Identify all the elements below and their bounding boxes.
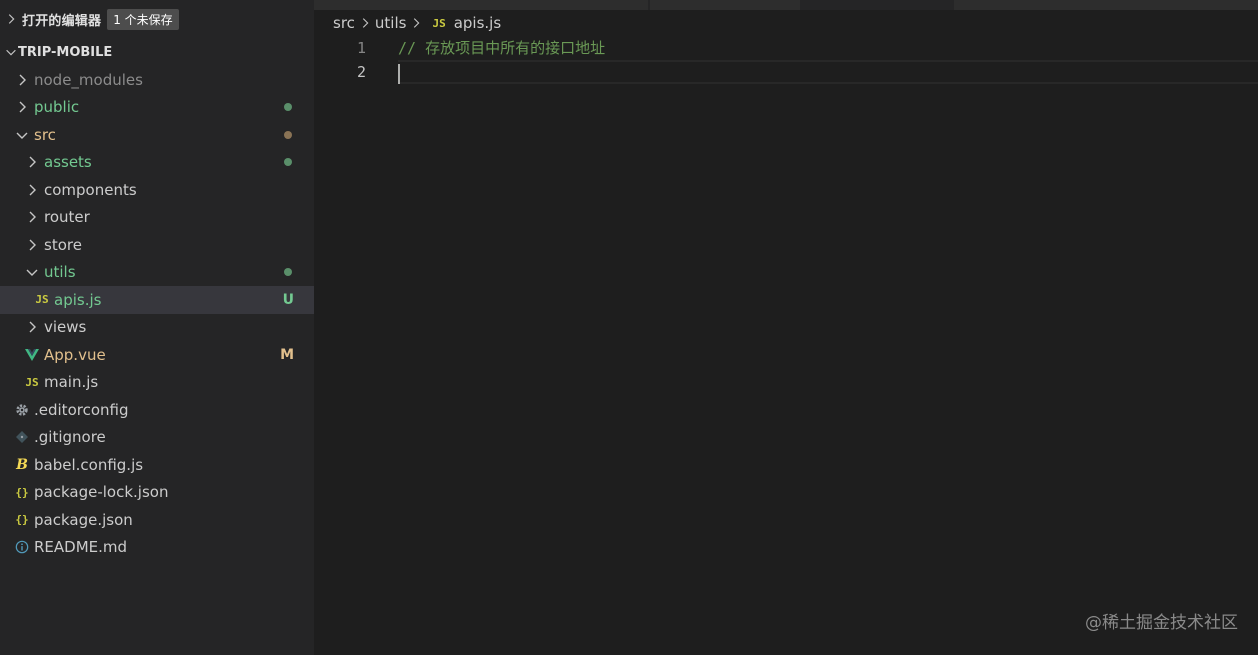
breadcrumb: src utils JS apis.js [333,12,501,34]
code-area[interactable]: // 存放项目中所有的接口地址 [398,36,1258,84]
tree-item-label: package.json [34,510,133,529]
open-editors-title: 打开的编辑器 [22,13,102,29]
project-header[interactable]: TRIP-MOBILE [0,38,314,66]
tree-folder[interactable]: components [0,176,314,204]
tree-folder[interactable]: views [0,314,314,342]
tree-file[interactable]: App.vue M [0,341,314,369]
chevron-right-icon [29,239,36,251]
modified-dot [284,268,292,277]
modified-dot [284,158,292,167]
tree-item-label: store [44,235,82,254]
chevron-right-icon [29,211,36,223]
tree-folder[interactable]: store [0,231,314,259]
modified-dot [284,130,292,139]
js-file-icon: JS [25,375,39,389]
tree-folder[interactable]: utils [0,259,314,287]
tree-item-label: package-lock.json [34,483,169,502]
tree-folder[interactable]: router [0,204,314,232]
tree-item-label: router [44,208,90,227]
vue-file-icon [24,347,40,363]
chevron-down-icon [16,132,28,139]
tree-item-label: .gitignore [34,428,106,447]
breadcrumb-file[interactable]: apis.js [454,14,501,32]
tree-item-label: babel.config.js [34,455,144,474]
tree-item-label: components [44,180,137,199]
chevron-right-icon [29,321,36,333]
line-number: 1 [356,39,366,57]
chevron-right-icon [19,74,26,86]
chevron-right-icon [19,101,26,113]
tree-file[interactable]: {} package-lock.json [0,479,314,507]
breadcrumb-src[interactable]: src [333,14,355,32]
json-file-icon: {} [15,485,29,499]
modified-dot [284,103,292,112]
explorer-sidebar: 打开的编辑器 1 个未保存 TRIP-MOBILE node_modulespu… [0,0,314,655]
tree-folder[interactable]: assets [0,149,314,177]
tree-file[interactable]: README.md [0,534,314,562]
tree-item-label: .editorconfig [34,400,129,419]
tree-folder[interactable]: src [0,121,314,149]
git-status-badge: M [280,346,294,363]
tree-item-label: utils [44,263,76,282]
tree-file[interactable]: .gitignore [0,424,314,452]
chevron-right-icon [29,184,36,196]
tree-file[interactable]: Bbabel.config.js [0,451,314,479]
chevron-right-icon [414,18,420,28]
js-file-icon: JS [35,293,49,307]
code-line[interactable]: // 存放项目中所有的接口地址 [398,36,1258,60]
tree-file[interactable]: {} package.json [0,506,314,534]
tree-item-label: src [34,125,56,144]
js-file-icon: JS [432,16,446,30]
tree-item-label: assets [44,153,92,172]
babel-icon: B [16,456,28,473]
chevron-right-icon [362,18,369,28]
git-icon [14,429,30,445]
project-name: TRIP-MOBILE [18,44,113,60]
json-file-icon: {} [15,513,29,527]
unsaved-badge: 1 个未保存 [107,8,179,30]
tab[interactable] [650,0,800,10]
editor-pane: src utils JS apis.js 1 2 // 存放项目中所有的接口地址… [314,0,1258,655]
gear-icon [14,402,30,418]
tree-item-label: views [44,318,87,337]
file-tree: node_modulespublic src assets components rou… [0,66,314,561]
tree-file[interactable]: JS main.js [0,369,314,397]
info-icon [14,539,30,555]
tree-item-label: public [34,98,80,117]
tree-item-label: apis.js [54,290,102,309]
tree-item-label: App.vue [44,345,106,364]
tree-file[interactable]: .editorconfig [0,396,314,424]
line-number: 2 [356,63,366,81]
tab[interactable] [954,0,1258,10]
watermark: @稀土掘金技术社区 [1085,613,1238,633]
code-line-current[interactable] [398,60,1258,84]
text-cursor [398,64,400,84]
tab-strip [314,0,1258,10]
git-status-badge: U [282,291,294,308]
tree-item-label: node_modules [34,70,143,89]
line-number-gutter: 1 2 [314,36,374,84]
tree-file[interactable]: JS apis.js U [0,286,314,314]
chevron-down-icon [26,269,38,277]
tree-folder[interactable]: node_modules [0,66,314,94]
chevron-right-icon [8,14,15,24]
tab[interactable] [314,0,648,10]
chevron-right-icon [29,156,36,168]
tree-folder[interactable]: public [0,94,314,122]
tree-item-label: main.js [44,373,99,392]
open-editors-header[interactable]: 打开的编辑器 1 个未保存 [0,0,314,38]
tree-item-label: README.md [34,538,128,557]
chevron-down-icon [6,49,16,56]
breadcrumb-utils[interactable]: utils [375,14,407,32]
